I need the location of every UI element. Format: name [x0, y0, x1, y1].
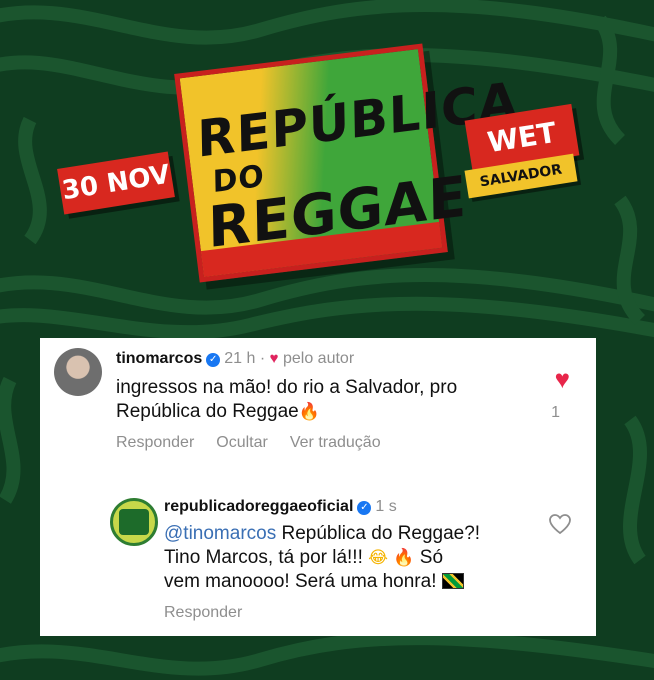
reply-username[interactable]: republicadoreggaeoficial — [164, 498, 353, 515]
reply-text-line2: Tino Marcos, tá por lá!!! 😂 🔥 Só — [164, 547, 444, 568]
event-flag-banner: REPÚBLICA DO REGGAE — [174, 43, 518, 283]
mention-link[interactable]: @tinomarcos — [164, 523, 276, 544]
heart-outline-icon[interactable] — [548, 512, 572, 536]
reply-header: republicadoreggaeoficial ✓ 1 s — [164, 498, 397, 516]
comment-text-line2: República do Reggae🔥 — [116, 401, 320, 422]
fire-emoji: 🔥 — [298, 402, 320, 422]
reply-button[interactable]: Responder — [116, 434, 194, 451]
liked-by-author-label: pelo autor — [282, 350, 355, 367]
comment-actions: Responder Ocultar Ver tradução — [116, 434, 403, 452]
heart-filled-icon: ♥ — [269, 350, 279, 367]
avatar[interactable] — [110, 498, 158, 546]
reply-text-line3: vem manoooo! Será uma honra! — [164, 570, 464, 594]
comment-time: 21 h — [224, 350, 256, 367]
verified-icon: ✓ — [206, 353, 221, 367]
fire-emoji: 🔥 — [393, 548, 415, 568]
comment-card: tinomarcos ✓ 21 h · ♥ pelo autor ingressos… — [40, 338, 596, 636]
jamaica-flag-emoji — [441, 573, 464, 589]
comment-username[interactable]: tinomarcos — [116, 350, 202, 367]
heart-filled-icon[interactable]: ♥ — [555, 364, 570, 395]
reply-time: 1 s — [375, 498, 397, 515]
verified-icon: ✓ — [357, 501, 372, 515]
translate-button[interactable]: Ver tradução — [290, 434, 381, 451]
reply-button[interactable]: Responder — [164, 604, 242, 621]
hide-button[interactable]: Ocultar — [216, 434, 268, 451]
reply-text-line1: @tinomarcos República do Reggae?! — [164, 523, 481, 544]
like-count: 1 — [551, 404, 560, 421]
avatar[interactable] — [54, 348, 102, 396]
comment-text-line1: ingressos na mão! do rio a Salvador, pro — [116, 377, 458, 398]
brand-logo-icon — [119, 509, 149, 535]
comment-header: tinomarcos ✓ 21 h · ♥ pelo autor — [116, 350, 355, 367]
laughing-emoji: 😂 — [368, 548, 389, 568]
reply-actions: Responder — [164, 604, 264, 622]
